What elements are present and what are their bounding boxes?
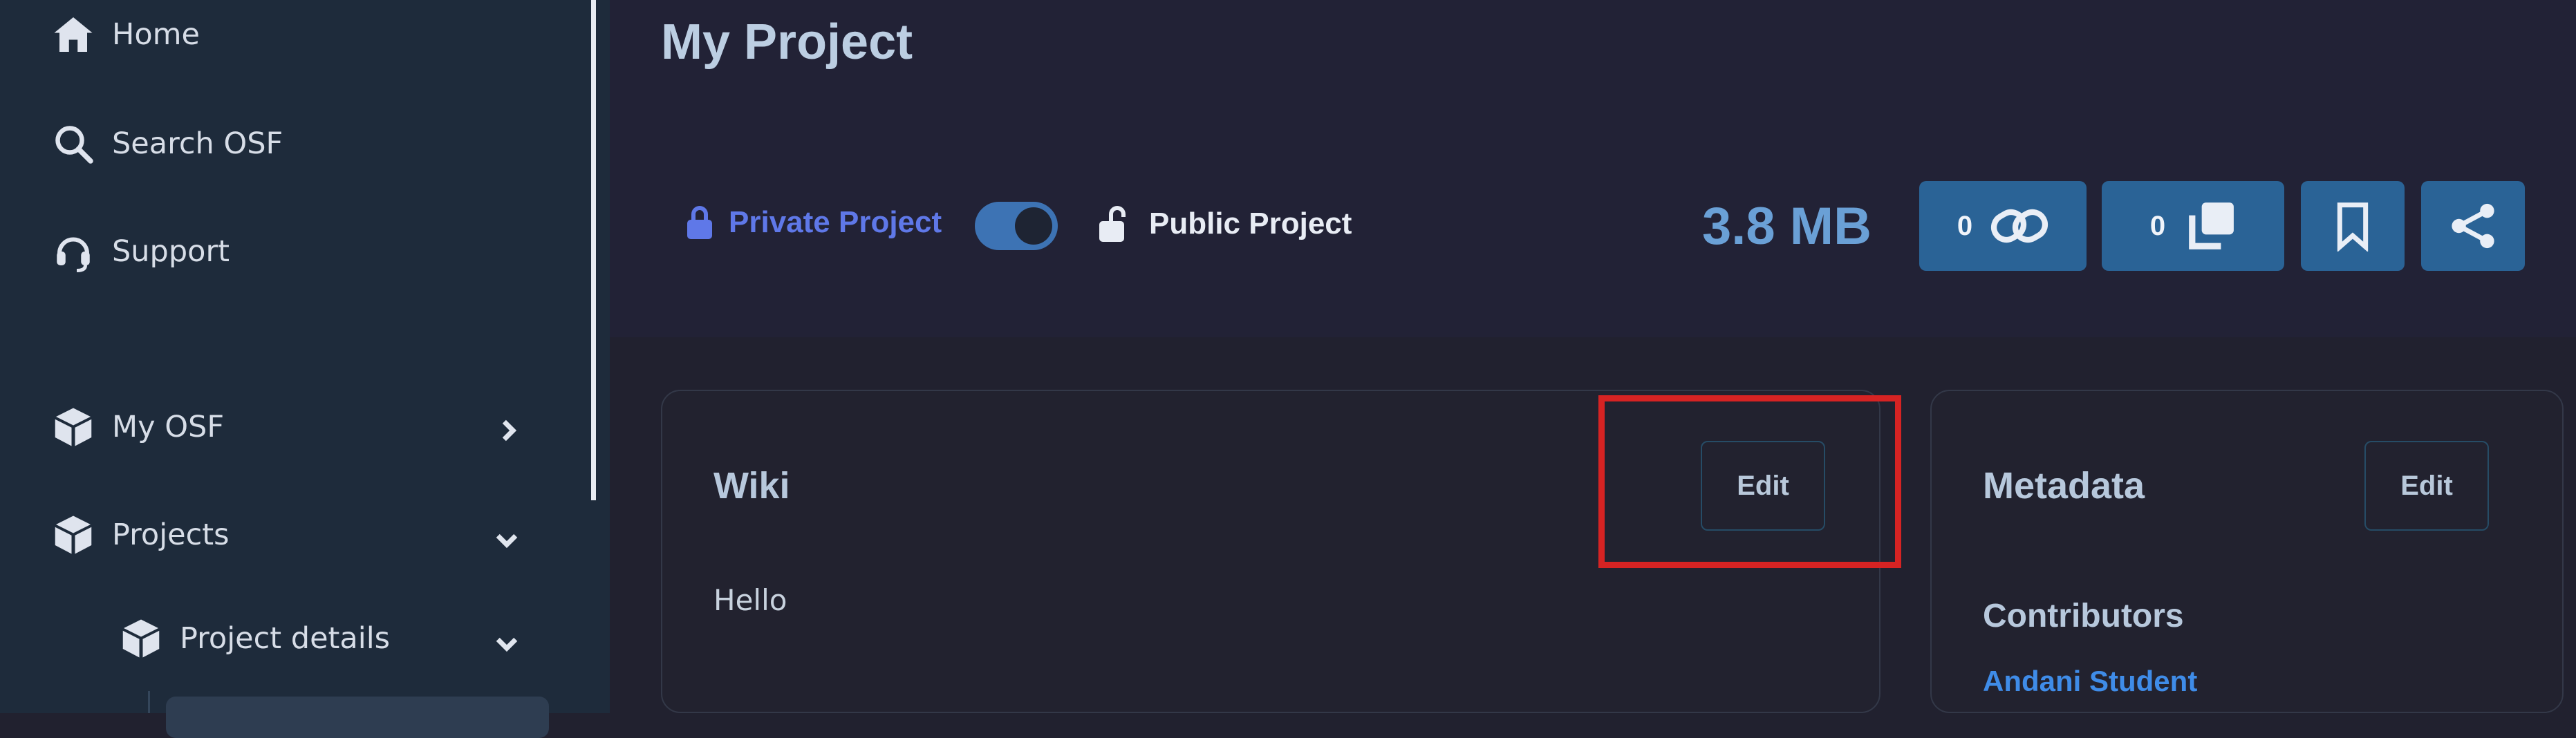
sidebar-item-support[interactable]: Support [53, 231, 230, 272]
bookmark-icon [2337, 202, 2369, 252]
contributors-heading: Contributors [1983, 598, 2184, 634]
metadata-card: Metadata Edit Contributors Andani Studen… [1930, 390, 2564, 713]
wiki-title: Wiki [713, 465, 790, 507]
project-header: My Project Private Project Public Projec… [610, 0, 2576, 337]
public-project-option[interactable]: Public Project [1098, 205, 1352, 243]
page-title: My Project [661, 15, 913, 70]
forks-button[interactable]: 0 [2102, 181, 2284, 271]
links-count: 0 [1957, 210, 1973, 241]
contributor-link[interactable]: Andani Student [1983, 665, 2197, 698]
sidebar-item-label: My OSF [112, 410, 225, 444]
sidebar-item-label: Projects [112, 518, 230, 552]
share-icon [2452, 203, 2494, 249]
headset-icon [57, 237, 90, 272]
search-icon [55, 126, 93, 164]
highlight-box [1598, 395, 1901, 568]
sidebar-item-search[interactable]: Search OSF [53, 123, 283, 164]
unlock-icon [1099, 206, 1126, 242]
wiki-content: Hello [713, 583, 787, 617]
chevron-down-icon[interactable] [495, 528, 519, 551]
submenu-line [148, 691, 150, 713]
cube-icon [55, 408, 92, 446]
home-icon [54, 17, 93, 52]
sidebar-item-projects[interactable]: Projects [53, 514, 230, 556]
cube-icon [55, 515, 92, 554]
cube-icon [122, 619, 160, 658]
links-button[interactable]: 0 [1919, 181, 2087, 271]
sidebar-item-my-osf[interactable]: My OSF [53, 406, 224, 448]
metadata-edit-button[interactable]: Edit [2364, 441, 2489, 531]
bookmark-button[interactable] [2301, 181, 2405, 271]
visibility-toggle[interactable] [975, 202, 1058, 250]
chevron-right-icon[interactable] [496, 419, 520, 442]
storage-size: 3.8 MB [1702, 197, 1872, 256]
private-project-option[interactable]: Private Project [686, 205, 942, 240]
sidebar-item-home[interactable]: Home [53, 14, 200, 55]
sidebar-item-label: Home [112, 17, 200, 52]
sidebar-item-label: Support [112, 234, 230, 269]
sidebar-scrollbar[interactable] [591, 0, 596, 500]
duplicate-icon [2189, 202, 2234, 249]
share-button[interactable] [2421, 181, 2525, 271]
sidebar-item-label: Project details [180, 621, 391, 656]
public-project-label: Public Project [1149, 207, 1352, 240]
toggle-knob [1015, 207, 1052, 245]
main-content: My Project Private Project Public Projec… [610, 0, 2576, 713]
link-icon [1991, 209, 2048, 243]
lock-icon [687, 206, 712, 239]
sidebar-subitem-selected[interactable] [166, 697, 549, 738]
sidebar: Home Search OSF Support My OSF Projects … [0, 0, 610, 738]
sidebar-item-label: Search OSF [112, 126, 283, 161]
chevron-down-icon[interactable] [495, 632, 519, 655]
sidebar-item-project-details[interactable]: Project details [120, 618, 390, 659]
metadata-title: Metadata [1983, 465, 2145, 507]
private-project-label: Private Project [729, 205, 942, 239]
forks-count: 0 [2149, 210, 2166, 241]
